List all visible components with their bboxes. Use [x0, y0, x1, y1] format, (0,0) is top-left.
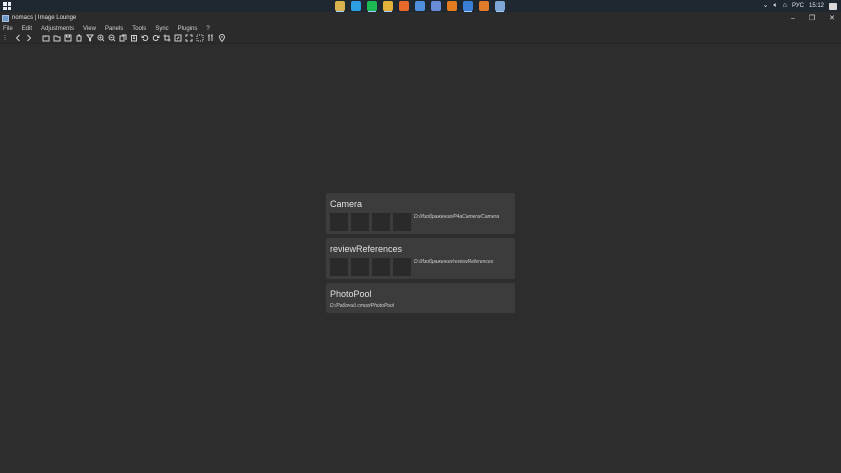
close-icon[interactable]: ✕ [829, 14, 835, 22]
network-icon[interactable]: ⌂ [783, 0, 787, 12]
menu-file[interactable]: File [3, 26, 13, 32]
thumbnail[interactable] [351, 258, 369, 276]
thumbnail[interactable] [330, 213, 348, 231]
menu-sync[interactable]: Sync [155, 26, 168, 32]
open-folder-icon[interactable] [53, 34, 61, 42]
recent-folder-path: D:/Изображения/P4aCamera/Camera [414, 214, 500, 220]
recent-folder-card[interactable]: PhotoPool D:/Рабочий стол/PhotoPool [326, 283, 515, 313]
spotify-icon[interactable] [367, 1, 377, 12]
window-title: nomacs | Image Lounge [12, 15, 77, 21]
nomacs-icon[interactable] [495, 1, 505, 12]
taskbar-apps [335, 1, 505, 12]
menu-bar: File Edit Adjustments View Panels Tools Sync Pl… [0, 24, 841, 33]
menu-help[interactable]: ? [206, 26, 209, 32]
thumbnail[interactable] [393, 258, 411, 276]
thumbnail[interactable] [351, 213, 369, 231]
thumbnail[interactable] [393, 213, 411, 231]
recent-folder-title: PhotoPool [330, 289, 372, 299]
next-icon[interactable] [25, 34, 33, 42]
menu-panels[interactable]: Panels [105, 26, 123, 32]
nomacs-app-icon [2, 14, 9, 22]
menu-tools[interactable]: Tools [132, 26, 146, 32]
blender-icon[interactable] [447, 1, 457, 11]
window-title-bar: nomacs | Image Lounge – ❐ ✕ [0, 12, 841, 24]
clock[interactable]: 15:12 [809, 3, 824, 9]
menu-adjustments[interactable]: Adjustments [41, 26, 74, 32]
zoom-in-icon[interactable] [97, 34, 105, 42]
frameless-icon[interactable] [196, 34, 204, 42]
paint-icon[interactable] [431, 1, 441, 11]
volume-icon[interactable]: 🔈︎ [774, 0, 778, 12]
windows-taskbar: ⌄ 🔈︎ ⌂ РУС 15:12 [0, 0, 841, 12]
firefox-icon[interactable] [399, 1, 409, 11]
notification-icon[interactable] [829, 2, 837, 10]
crop-icon[interactable] [163, 34, 171, 42]
windows-start-icon[interactable] [3, 2, 11, 10]
recent-folder-path: D:/Изображения/reviewReferences [414, 259, 494, 265]
paste-icon[interactable] [130, 34, 138, 42]
save-icon[interactable] [64, 34, 72, 42]
resize-icon[interactable] [174, 34, 182, 42]
filter-icon[interactable] [86, 34, 94, 42]
rotate-right-icon[interactable] [152, 34, 160, 42]
recent-folder-card[interactable]: Camera D:/Изображения/P4aCamera/Camera [326, 193, 515, 234]
recent-folder-card[interactable]: reviewReferences D:/Изображения/reviewRef… [326, 238, 515, 279]
chrome-icon[interactable] [383, 1, 393, 12]
fullscreen-icon[interactable] [185, 34, 193, 42]
copy-icon[interactable] [119, 34, 127, 42]
recent-folder-title: Camera [330, 199, 363, 209]
thumbnail[interactable] [330, 258, 348, 276]
open-file-icon[interactable] [42, 34, 50, 42]
telegram-icon[interactable] [351, 1, 361, 11]
recent-folder-path: D:/Рабочий стол/PhotoPool [330, 303, 394, 309]
delete-icon[interactable] [75, 34, 83, 42]
toolbar [0, 33, 841, 44]
pen-app-icon[interactable] [415, 1, 425, 11]
feather-icon[interactable] [463, 1, 473, 12]
maximize-icon[interactable]: ❐ [809, 14, 815, 22]
language-indicator[interactable]: РУС [792, 3, 804, 9]
toolbar-grip-icon [3, 34, 11, 42]
recent-folders: Camera D:/Изображения/P4aCamera/Camera rev… [326, 193, 515, 317]
thumbnail[interactable] [372, 258, 390, 276]
hundred-percent-icon[interactable] [207, 34, 215, 42]
menu-edit[interactable]: Edit [22, 26, 32, 32]
recent-folder-title: reviewReferences [330, 244, 403, 254]
system-tray: ⌄ 🔈︎ ⌂ РУС 15:12 [763, 0, 837, 12]
thumbnail[interactable] [372, 213, 390, 231]
chevron-up-icon[interactable]: ⌄ [763, 0, 769, 12]
zoom-out-icon[interactable] [108, 34, 116, 42]
rotate-left-icon[interactable] [141, 34, 149, 42]
previous-icon[interactable] [14, 34, 22, 42]
tool-icon[interactable] [479, 1, 489, 11]
menu-plugins[interactable]: Plugins [178, 26, 198, 32]
minimize-icon[interactable]: – [791, 15, 795, 22]
menu-view[interactable]: View [83, 26, 96, 32]
file-explorer-icon[interactable] [335, 1, 345, 12]
map-pin-icon[interactable] [218, 34, 226, 42]
